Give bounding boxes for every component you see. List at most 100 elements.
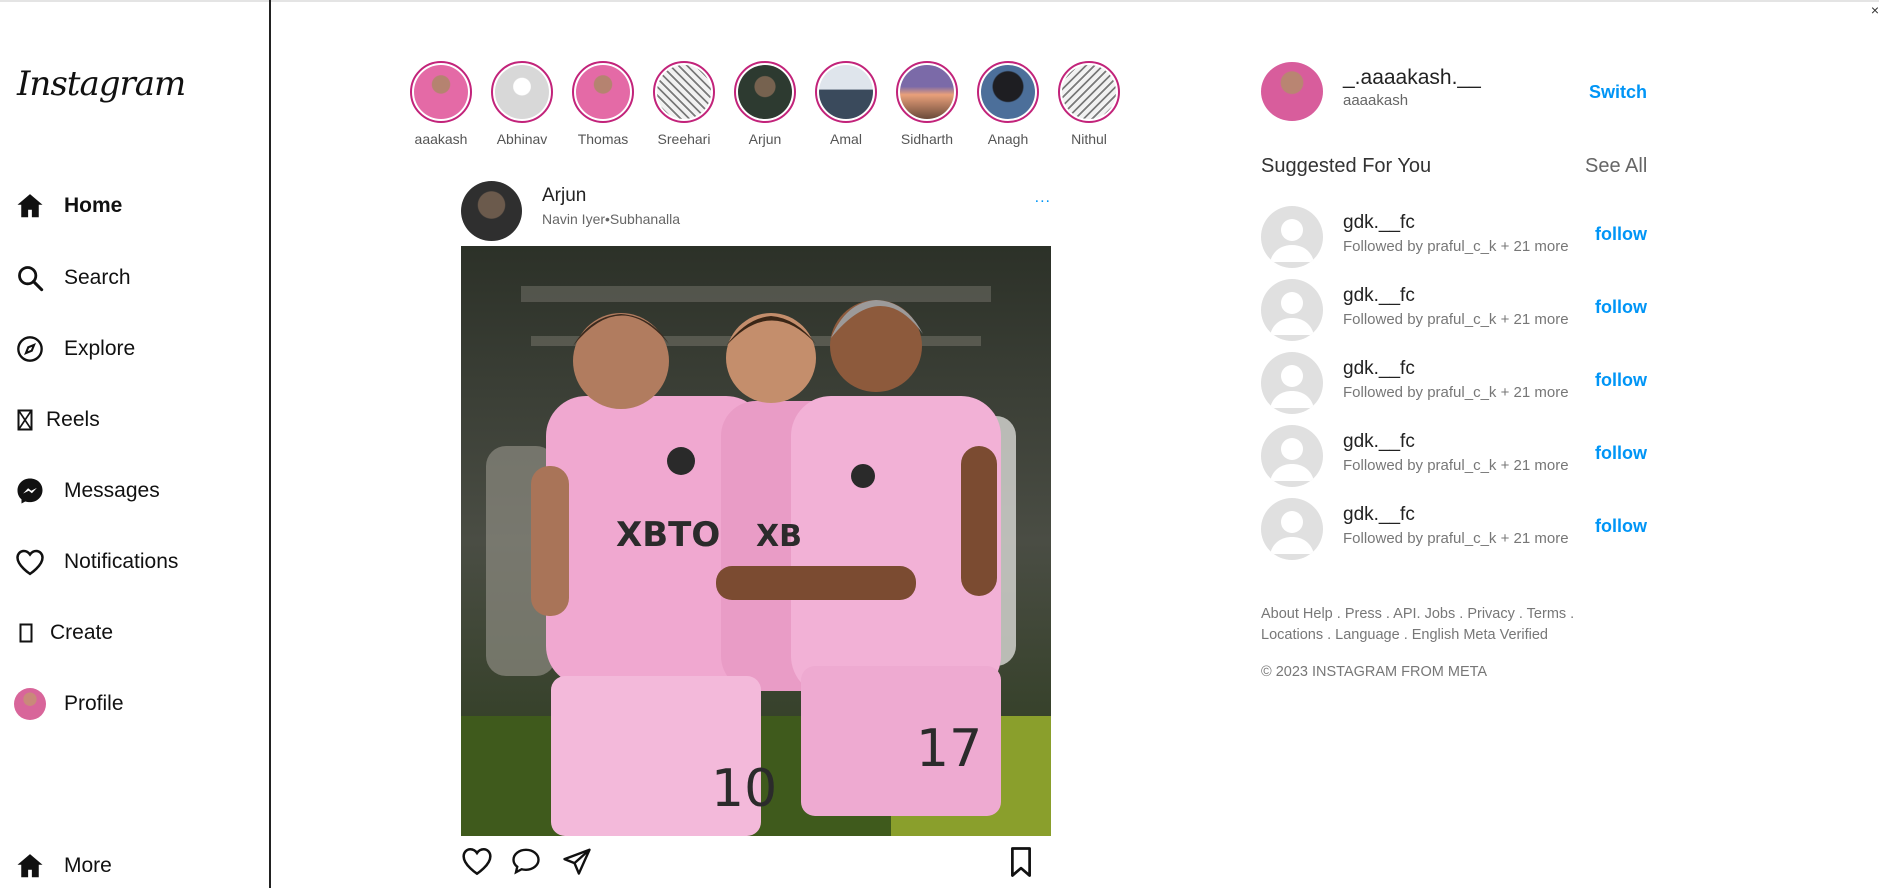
suggestion-item: gdk.__fc Followed by praful_c_k + 21 mor… xyxy=(1261,425,1647,487)
switch-account-button[interactable]: Switch xyxy=(1589,82,1647,103)
suggestion-username[interactable]: gdk.__fc xyxy=(1343,358,1415,380)
story-name: Abhinav xyxy=(496,131,548,147)
close-icon[interactable]: × xyxy=(1871,2,1879,18)
suggestion-subtitle: Followed by praful_c_k + 21 more xyxy=(1343,530,1569,547)
sidebar-item-label: Home xyxy=(64,194,123,217)
current-user-username[interactable]: _.aaaakash.__ xyxy=(1343,66,1481,90)
story-name: Arjun xyxy=(748,131,782,147)
story-ring xyxy=(572,61,634,123)
story-ring xyxy=(734,61,796,123)
story-ring xyxy=(815,61,877,123)
sidebar-item-label: Profile xyxy=(64,692,124,715)
post-image[interactable]: XBTO XB 10 17 xyxy=(461,246,1051,836)
story-item[interactable]: Anagh xyxy=(977,61,1039,147)
default-avatar-icon[interactable] xyxy=(1261,206,1323,268)
story-ring xyxy=(977,61,1039,123)
messenger-icon xyxy=(14,475,46,507)
copyright: © 2023 INSTAGRAM FROM META xyxy=(1261,664,1488,680)
story-item[interactable]: Sreehari xyxy=(653,61,715,147)
sidebar-item-home[interactable]: Home xyxy=(14,190,122,222)
sidebar-item-reels[interactable]: Reels xyxy=(14,404,100,436)
svg-text:XB: XB xyxy=(756,519,802,554)
story-name: Sreehari xyxy=(657,131,711,147)
story-ring xyxy=(1058,61,1120,123)
suggestion-subtitle: Followed by praful_c_k + 21 more xyxy=(1343,384,1569,401)
share-icon[interactable] xyxy=(562,846,592,881)
story-item[interactable]: Sidharth xyxy=(896,61,958,147)
sidebar-item-label: Messages xyxy=(64,479,160,502)
story-avatar xyxy=(981,65,1035,119)
story-item[interactable]: Amal xyxy=(815,61,877,147)
save-icon[interactable] xyxy=(1008,846,1034,883)
create-icon xyxy=(14,617,38,649)
svg-text:10: 10 xyxy=(711,759,777,819)
instagram-logo[interactable]: Instagram xyxy=(17,64,186,104)
follow-button[interactable]: follow xyxy=(1595,443,1647,464)
follow-button[interactable]: follow xyxy=(1595,224,1647,245)
home-icon xyxy=(14,190,46,222)
compass-icon xyxy=(14,333,46,365)
story-avatar xyxy=(819,65,873,119)
post-location[interactable]: Navin Iyer•Subhanalla xyxy=(542,211,680,227)
post-actions xyxy=(461,846,1051,878)
window-top-border xyxy=(0,0,1879,2)
story-item[interactable]: Arjun xyxy=(734,61,796,147)
sidebar-item-more[interactable]: More xyxy=(14,850,112,882)
profile-avatar xyxy=(14,688,46,720)
current-user-card: _.aaaakash.__ aaaakash Switch xyxy=(1261,62,1647,124)
suggestion-item: gdk.__fc Followed by praful_c_k + 21 mor… xyxy=(1261,352,1647,414)
story-avatar xyxy=(1062,65,1116,119)
suggestion-subtitle: Followed by praful_c_k + 21 more xyxy=(1343,457,1569,474)
heart-icon xyxy=(14,546,46,578)
story-item[interactable]: Thomas xyxy=(572,61,634,147)
story-name: Amal xyxy=(830,131,862,147)
story-item[interactable]: aaakash xyxy=(410,61,472,147)
story-avatar xyxy=(576,65,630,119)
story-name: Sidharth xyxy=(900,131,954,147)
sidebar-item-label: Explore xyxy=(64,337,136,360)
like-icon[interactable] xyxy=(461,846,493,881)
story-avatar xyxy=(414,65,468,119)
suggestion-username[interactable]: gdk.__fc xyxy=(1343,285,1415,307)
default-avatar-icon[interactable] xyxy=(1261,425,1323,487)
default-avatar-icon[interactable] xyxy=(1261,352,1323,414)
sidebar-item-explore[interactable]: Explore xyxy=(14,333,135,365)
sidebar-item-messages[interactable]: Messages xyxy=(14,475,160,507)
default-avatar-icon[interactable] xyxy=(1261,279,1323,341)
story-avatar xyxy=(738,65,792,119)
sidebar-item-search[interactable]: Search xyxy=(14,262,131,294)
story-item[interactable]: Nithul xyxy=(1058,61,1120,147)
stories-bar: aaakash Abhinav Thomas Sreehari Arjun Am… xyxy=(410,61,1120,147)
sidebar-item-label: More xyxy=(64,854,112,877)
story-name: Nithul xyxy=(1071,131,1107,147)
post-author-avatar[interactable] xyxy=(461,181,522,241)
sidebar-item-profile[interactable]: Profile xyxy=(14,688,124,720)
sidebar-item-notifications[interactable]: Notifications xyxy=(14,546,178,578)
suggestion-username[interactable]: gdk.__fc xyxy=(1343,212,1415,234)
suggestion-subtitle: Followed by praful_c_k + 21 more xyxy=(1343,238,1569,255)
story-name: Thomas xyxy=(577,131,629,147)
comment-icon[interactable] xyxy=(509,846,543,881)
post-author-username[interactable]: Arjun xyxy=(542,185,586,207)
svg-text:XBTO: XBTO xyxy=(616,515,720,555)
suggestion-username[interactable]: gdk.__fc xyxy=(1343,504,1415,526)
sidebar-item-label: Create xyxy=(50,621,114,644)
story-item[interactable]: Abhinav xyxy=(491,61,553,147)
follow-button[interactable]: follow xyxy=(1595,370,1647,391)
suggestion-subtitle: Followed by praful_c_k + 21 more xyxy=(1343,311,1569,328)
post-more-options[interactable]: ... xyxy=(1035,189,1051,207)
home-icon xyxy=(14,850,46,882)
story-name: aaakash xyxy=(414,131,468,147)
see-all-link[interactable]: See All xyxy=(1585,155,1647,178)
suggestions-title: Suggested For You xyxy=(1261,155,1432,177)
default-avatar-icon[interactable] xyxy=(1261,498,1323,560)
search-icon xyxy=(14,262,46,294)
follow-button[interactable]: follow xyxy=(1595,516,1647,537)
suggestion-username[interactable]: gdk.__fc xyxy=(1343,431,1415,453)
sidebar-item-create[interactable]: Create xyxy=(14,617,113,649)
reels-icon xyxy=(14,404,36,436)
follow-button[interactable]: follow xyxy=(1595,297,1647,318)
sidebar-item-label: Reels xyxy=(46,408,100,431)
current-user-avatar[interactable] xyxy=(1261,62,1323,121)
footer-links[interactable]: About Help . Press . API. Jobs . Privacy… xyxy=(1261,604,1621,646)
